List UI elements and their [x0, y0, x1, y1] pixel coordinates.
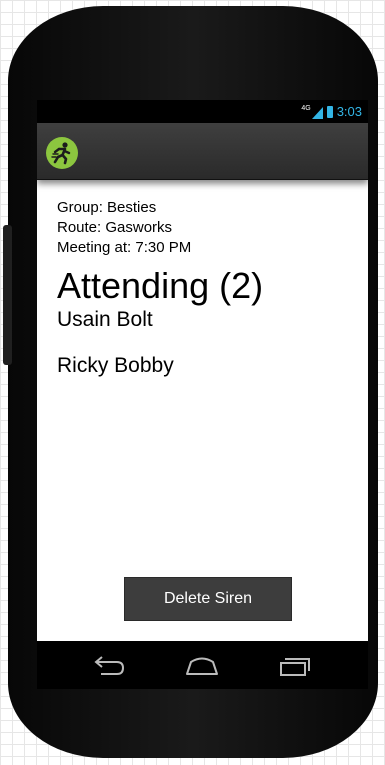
runner-icon[interactable] — [46, 137, 78, 169]
meeting-time-label: Meeting at: 7:30 PM — [57, 239, 192, 256]
battery-icon — [326, 105, 333, 118]
attendee-item: Ricky Bobby — [57, 354, 174, 377]
route-label: Route: Gasworks — [57, 219, 173, 236]
attending-heading: Attending (2) — [57, 265, 264, 306]
side-volume-button — [3, 225, 12, 365]
delete-siren-button[interactable]: Delete Siren — [124, 577, 292, 621]
recent-apps-icon[interactable] — [276, 653, 312, 679]
status-time: 3:03 — [336, 104, 362, 119]
navigation-bar — [37, 641, 368, 689]
network-signal-icon: 4G — [301, 104, 323, 119]
attendee-item: Usain Bolt — [57, 308, 153, 331]
network-type-label: 4G — [301, 104, 311, 112]
app-screen: 4G 3:03 Group: Besties Route: Gasworks M… — [37, 100, 368, 641]
back-icon[interactable] — [91, 653, 127, 679]
siren-details: Group: Besties Route: Gasworks Meeting a… — [57, 198, 357, 378]
group-label: Group: Besties — [57, 199, 157, 216]
action-bar — [37, 123, 368, 180]
home-icon[interactable] — [184, 653, 220, 679]
status-bar: 4G 3:03 — [37, 100, 368, 123]
